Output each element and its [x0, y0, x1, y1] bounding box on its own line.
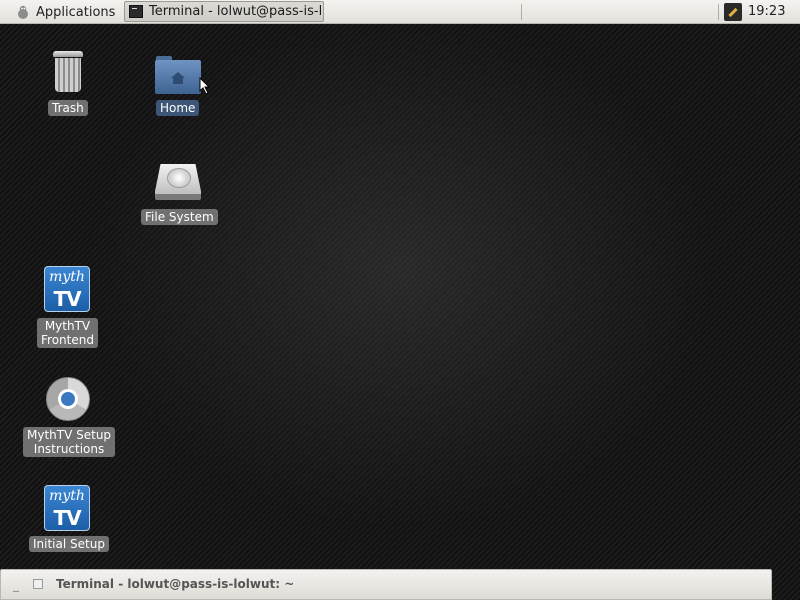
desktop-icon-initial-setup[interactable]: Initial Setup	[29, 536, 109, 552]
mythtv-icon[interactable]: myth TV	[44, 485, 90, 531]
myth-logo-text: myth	[49, 488, 85, 504]
mouse-cursor-icon	[199, 77, 211, 95]
desktop-icon-mythtv-setup-instructions[interactable]: MythTV Setup Instructions	[23, 427, 116, 457]
desktop-icon-home[interactable]: Home	[156, 100, 200, 116]
desktop-icon-mythtv-frontend[interactable]: MythTV Frontend	[37, 318, 98, 348]
desktop-icon-label: File System	[141, 209, 218, 225]
minimize-button[interactable]: _	[10, 578, 22, 592]
maximize-button[interactable]	[33, 579, 43, 589]
desktop-icon-label: MythTV Frontend	[37, 318, 98, 348]
desktop-icon-label: Initial Setup	[29, 536, 109, 552]
desktop-icon-label: Home	[156, 100, 200, 116]
panel-separator	[521, 4, 522, 20]
window-title: Terminal - lolwut@pass-is-lolwut: ~	[56, 577, 295, 591]
network-tray-icon[interactable]	[724, 3, 742, 21]
panel-separator	[718, 4, 719, 20]
filesystem-icon[interactable]	[155, 164, 201, 202]
tv-logo-text: TV	[53, 506, 81, 530]
tv-logo-text: TV	[53, 287, 81, 311]
applications-menu-label: Applications	[36, 4, 116, 20]
taskbar-terminal-button[interactable]: Terminal - lolwut@pass-is-l...	[124, 1, 324, 22]
trash-icon[interactable]	[52, 51, 84, 93]
desktop-icon-label: MythTV Setup Instructions	[23, 427, 116, 457]
desktop-icon-trash[interactable]: Trash	[48, 100, 88, 116]
chrome-icon[interactable]	[46, 377, 90, 421]
taskbar-terminal-label: Terminal - lolwut@pass-is-l...	[149, 4, 324, 19]
house-icon	[171, 72, 185, 84]
terminal-window-titlebar[interactable]: _ Terminal - lolwut@pass-is-lolwut: ~	[0, 569, 772, 600]
terminal-icon	[129, 5, 143, 18]
applications-menu-button[interactable]: Applications	[0, 0, 118, 24]
mythtv-icon[interactable]: myth TV	[44, 266, 90, 312]
desktop-icon-label: Trash	[48, 100, 88, 116]
desktop-icon-filesystem[interactable]: File System	[141, 209, 218, 225]
clock[interactable]: 19:23	[748, 0, 785, 24]
home-folder-icon[interactable]	[155, 56, 201, 94]
myth-logo-text: myth	[49, 269, 85, 285]
applications-menu-icon	[18, 5, 28, 19]
top-panel: Applications Terminal - lolwut@pass-is-l…	[0, 0, 800, 24]
